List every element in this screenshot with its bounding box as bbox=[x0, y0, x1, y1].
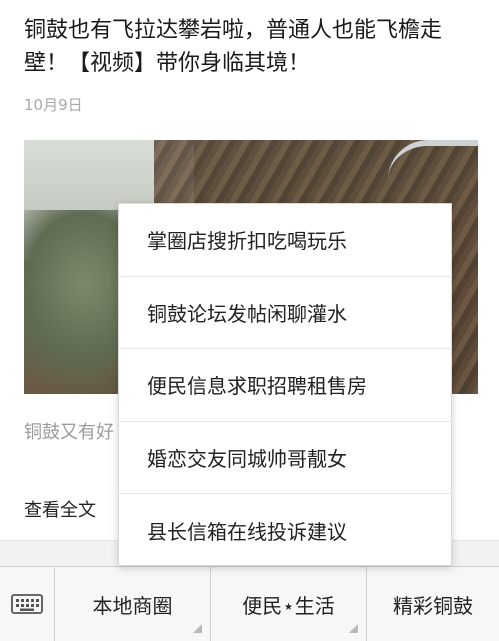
bottom-menu-bar: 本地商圈 便民⋆生活 精彩铜鼓 bbox=[0, 566, 499, 641]
submenu-indicator-icon bbox=[349, 624, 358, 633]
submenu-indicator-icon bbox=[193, 624, 202, 633]
article-date: 10月9日 bbox=[24, 96, 83, 114]
menu-item-forum[interactable]: 铜鼓论坛发帖闲聊灌水 bbox=[119, 277, 451, 350]
tab-local-business[interactable]: 本地商圈 bbox=[55, 567, 211, 641]
read-more-link[interactable]: 查看全文 bbox=[24, 496, 96, 522]
keyboard-icon bbox=[11, 594, 43, 614]
menu-item-classifieds[interactable]: 便民信息求职招聘租售房 bbox=[119, 349, 451, 422]
tab-wonderful-tonggu[interactable]: 精彩铜鼓 bbox=[367, 567, 499, 641]
submenu-popup: 掌圈店搜折扣吃喝玩乐 铜鼓论坛发帖闲聊灌水 便民信息求职招聘租售房 婚恋交友同城… bbox=[118, 203, 452, 566]
menu-item-mayor-mailbox[interactable]: 县长信箱在线投诉建议 bbox=[119, 494, 451, 567]
article-title: 铜鼓也有飞拉达攀岩啦，普通人也能飞檐走壁！【视频】带你身临其境！ bbox=[24, 18, 443, 76]
keyboard-toggle-button[interactable] bbox=[0, 567, 55, 641]
tab-label: 精彩铜鼓 bbox=[393, 593, 473, 618]
article-excerpt: 铜鼓又有好 bbox=[24, 422, 114, 443]
menu-item-dating[interactable]: 婚恋交友同城帅哥靓女 bbox=[119, 422, 451, 495]
tab-convenience-life[interactable]: 便民⋆生活 bbox=[211, 567, 367, 641]
tab-label: 便民⋆生活 bbox=[242, 593, 335, 618]
menu-item-shop-deals[interactable]: 掌圈店搜折扣吃喝玩乐 bbox=[119, 204, 451, 277]
tab-label: 本地商圈 bbox=[92, 593, 173, 618]
